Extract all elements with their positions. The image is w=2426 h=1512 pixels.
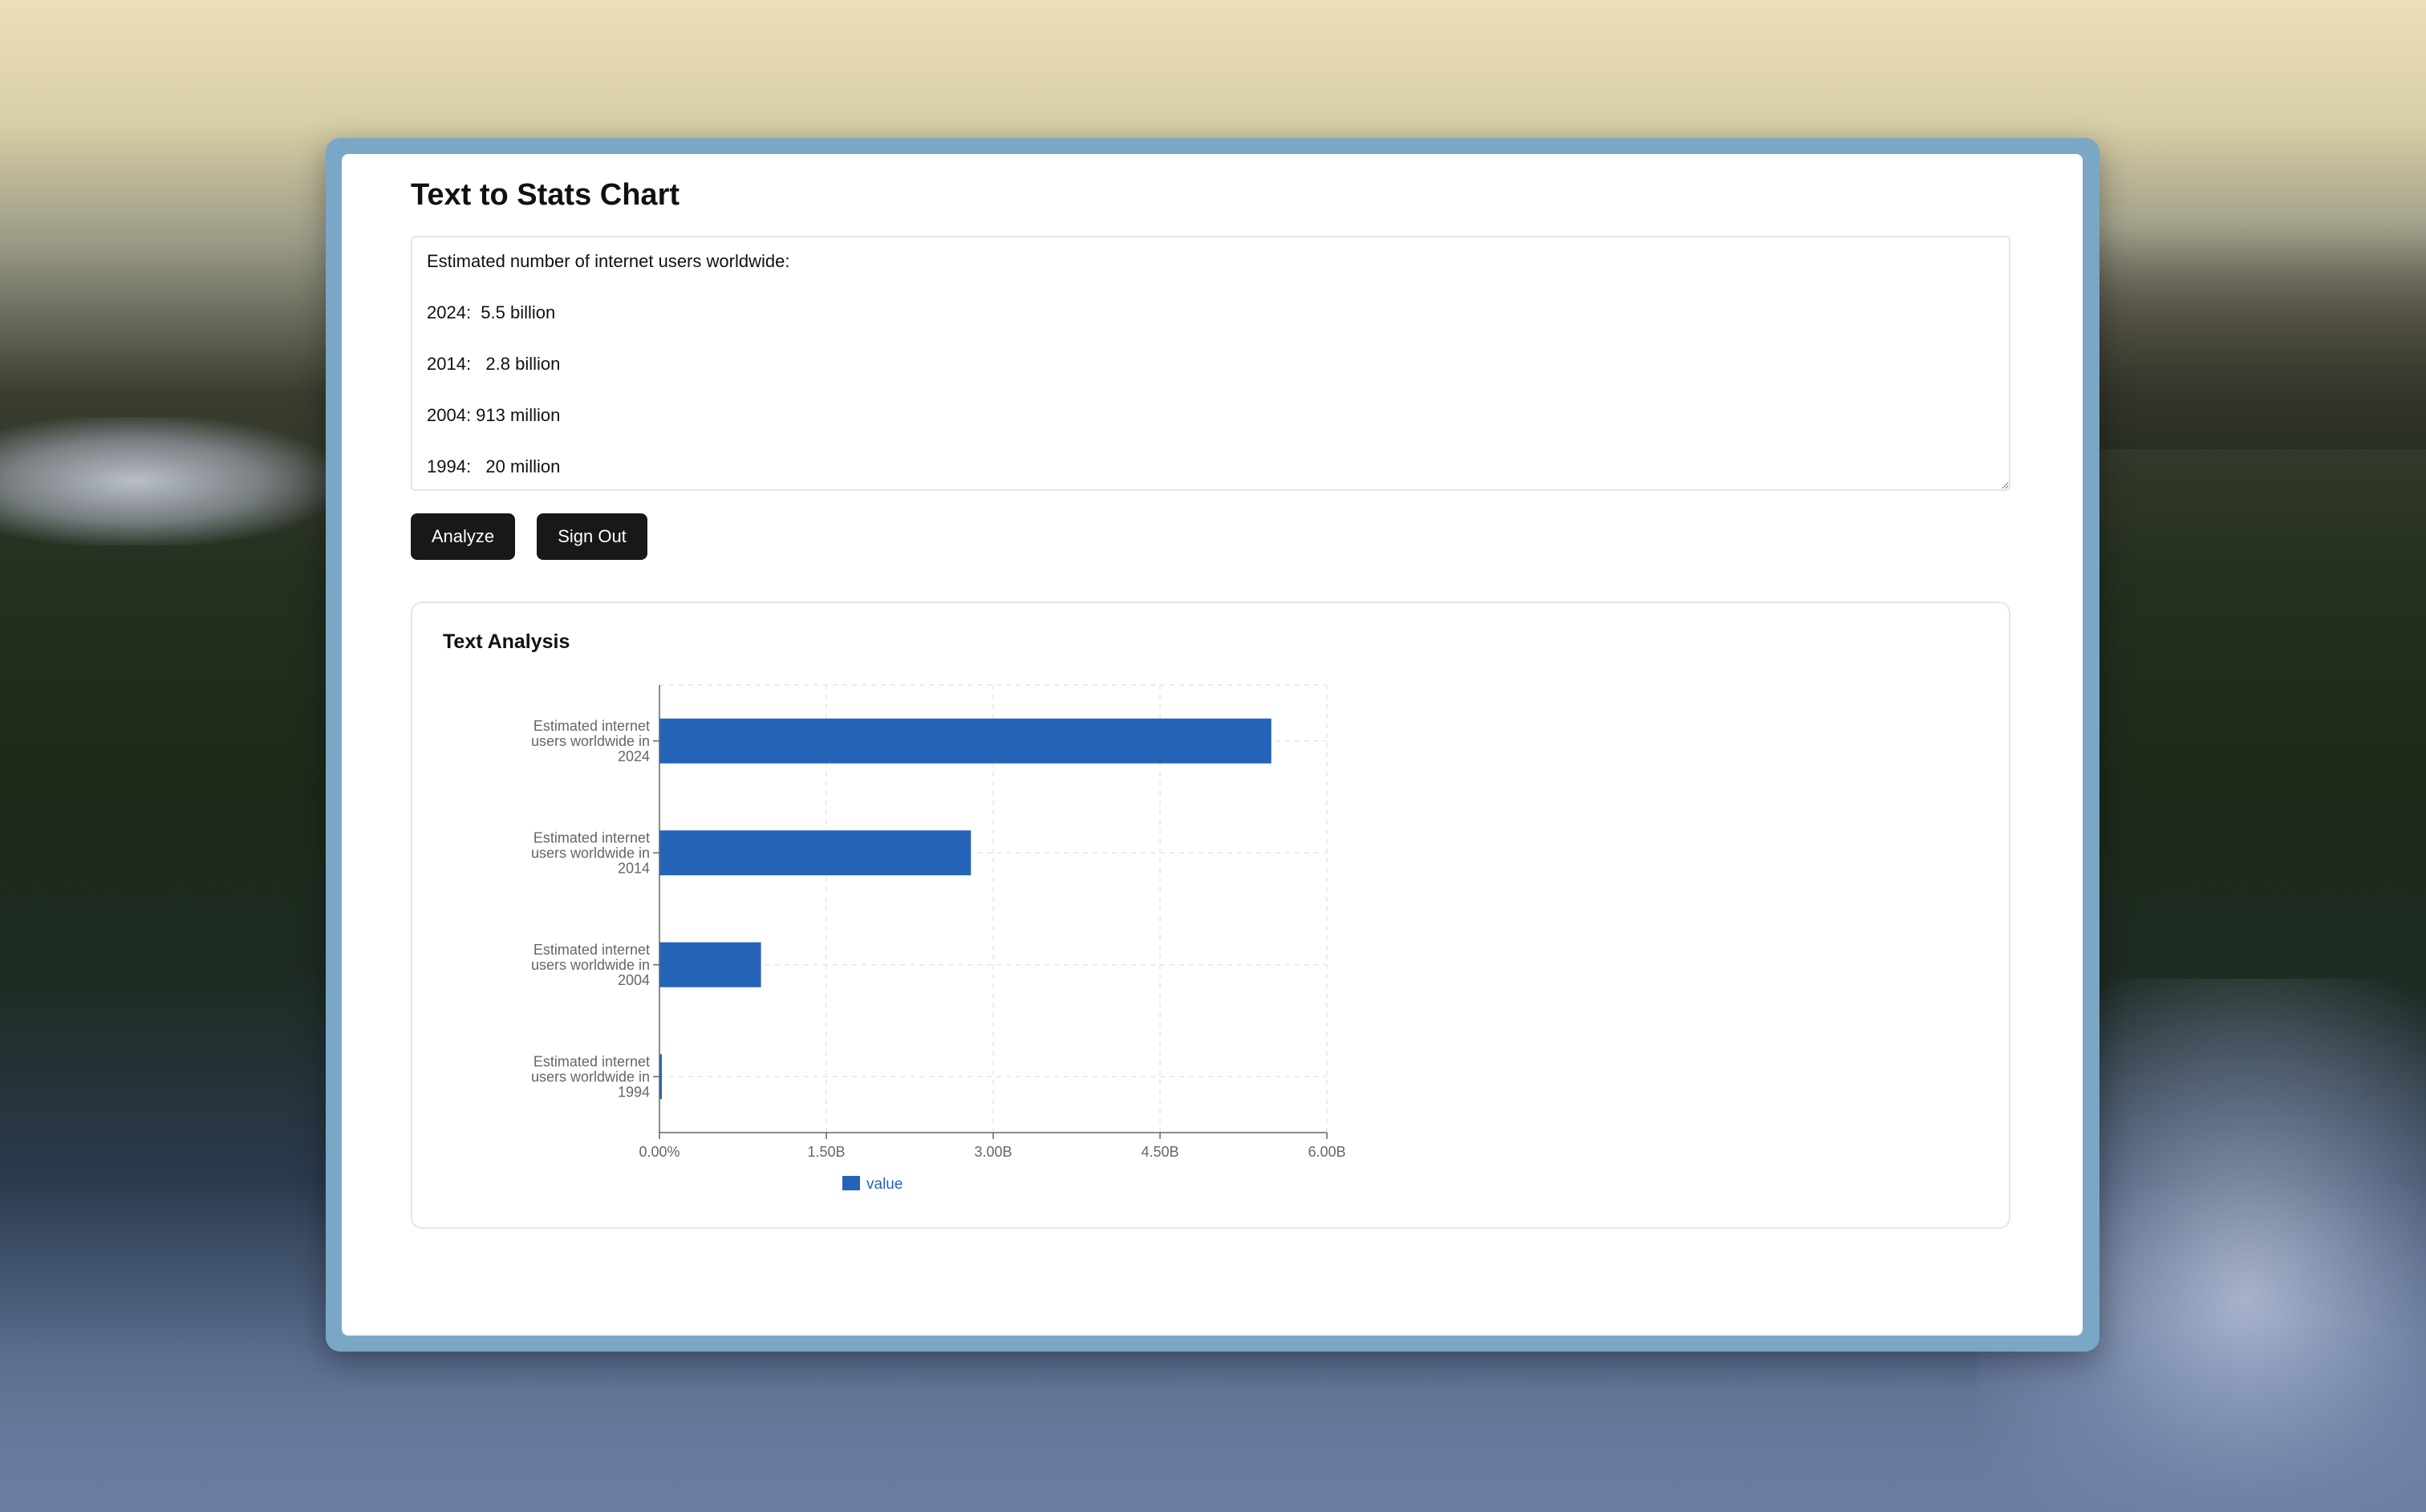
legend-label: value (866, 1176, 903, 1193)
bar (659, 830, 972, 876)
sign-out-button[interactable]: Sign Out (537, 513, 647, 560)
analyze-button[interactable]: Analyze (411, 513, 515, 560)
y-tick-label: Estimated internet users worldwide in 2024 (531, 718, 650, 764)
app-window: Text to Stats Chart Analyze Sign Out Tex… (342, 154, 2083, 1336)
y-tick-label: Estimated internet users worldwide in 2014 (531, 829, 650, 876)
y-tick-label: Estimated internet users worldwide in 1994 (531, 1053, 650, 1100)
x-tick-label: 4.50B (1141, 1144, 1179, 1160)
y-tick-label: Estimated internet users worldwide in 2004 (531, 942, 650, 988)
background-fog-left (0, 417, 337, 545)
x-tick-label: 6.00B (1308, 1144, 1345, 1160)
stats-text-input[interactable] (411, 236, 2010, 491)
text-analysis-card: Text Analysis 0.00% 1.50B 3.00B 4.50B 6.00B E… (411, 602, 2010, 1229)
x-tick-label: 1.50B (807, 1144, 845, 1160)
x-tick-label: 3.00B (974, 1144, 1012, 1160)
bar (659, 718, 1272, 764)
background-ridge (2089, 225, 2426, 449)
legend-swatch (842, 1176, 860, 1190)
x-tick-label: 0.00% (639, 1144, 680, 1160)
page-title: Text to Stats Chart (411, 178, 680, 212)
bar-chart: 0.00% 1.50B 3.00B 4.50B 6.00B Estimated inter… (531, 684, 1346, 1193)
bar (659, 942, 761, 987)
